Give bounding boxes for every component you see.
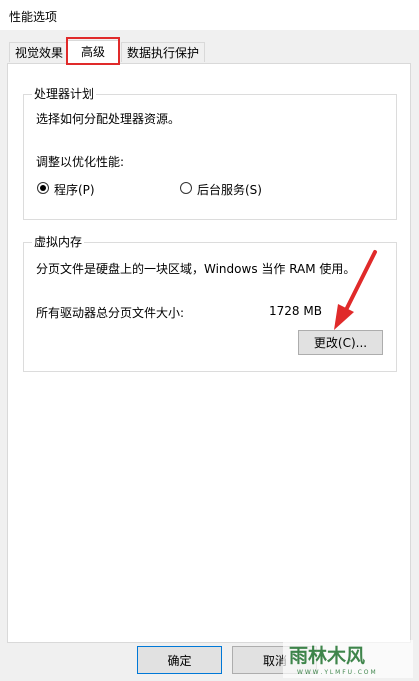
- watermark-logo-icon: 雨林木风 W W W . Y L M F U . C O M: [283, 640, 413, 678]
- total-paging-file-label: 所有驱动器总分页文件大小:: [36, 306, 185, 320]
- tab-label: 高级: [80, 45, 105, 59]
- tab-label: 视觉效果: [15, 46, 64, 60]
- background-services-radio-label[interactable]: 后台服务(S): [197, 181, 262, 198]
- programs-radio[interactable]: [37, 182, 49, 194]
- change-button[interactable]: 更改(C)...: [298, 330, 383, 355]
- ok-button[interactable]: 确定: [137, 646, 222, 674]
- title-bar: 性能选项: [0, 0, 419, 30]
- window-title: 性能选项: [9, 10, 58, 24]
- change-button-label: 更改(C)...: [313, 336, 368, 350]
- programs-radio-label[interactable]: 程序(P): [54, 181, 95, 198]
- tab-advanced[interactable]: 高级: [66, 40, 120, 64]
- annotation-arrow: [334, 250, 377, 330]
- tab-visual-effects[interactable]: 视觉效果: [9, 42, 70, 62]
- processor-description: 选择如何分配处理器资源。: [36, 112, 181, 126]
- watermark-url: W W W . Y L M F U . C O M: [297, 669, 376, 676]
- tab-data-execution-prevention[interactable]: 数据执行保护: [121, 42, 206, 62]
- total-paging-file-value: 1728 MB: [269, 304, 322, 318]
- virtual-memory-description: 分页文件是硬盘上的一块区域，Windows 当作 RAM 使用。: [36, 262, 356, 276]
- processor-scheduling-title: 处理器计划: [32, 85, 97, 102]
- background-services-radio[interactable]: [180, 182, 192, 194]
- tab-panel-advanced: 处理器计划 选择如何分配处理器资源。 调整以优化性能: 程序(P) 后台服务(S…: [7, 63, 411, 643]
- adjust-performance-label: 调整以优化性能:: [36, 155, 125, 169]
- tab-label: 数据执行保护: [127, 46, 200, 60]
- virtual-memory-title: 虚拟内存: [32, 233, 85, 250]
- watermark: 雨林木风 W W W . Y L M F U . C O M: [283, 640, 413, 678]
- watermark-text: 雨林木风: [289, 644, 365, 667]
- ok-button-label: 确定: [167, 653, 192, 668]
